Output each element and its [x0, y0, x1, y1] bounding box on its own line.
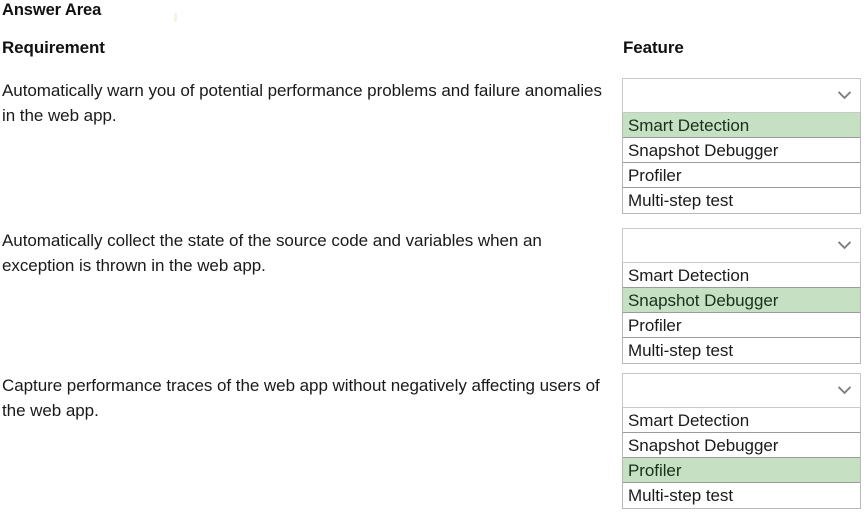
page-title: Answer Area: [2, 1, 102, 19]
list-item[interactable]: Smart Detection: [623, 113, 860, 138]
list-item[interactable]: Snapshot Debugger: [623, 288, 860, 313]
chevron-down-icon[interactable]: [838, 241, 851, 250]
answer-area-page: Answer Area Requirement Feature Automati…: [0, 0, 866, 525]
list-item[interactable]: Profiler: [623, 163, 860, 188]
option-list[interactable]: Smart Detection Snapshot Debugger Profil…: [622, 408, 861, 509]
option-list[interactable]: Smart Detection Snapshot Debugger Profil…: [622, 113, 861, 214]
combo-box[interactable]: [622, 78, 861, 113]
list-item[interactable]: Snapshot Debugger: [623, 138, 860, 163]
requirement-text: Capture performance traces of the web ap…: [2, 376, 600, 420]
list-item[interactable]: Profiler: [623, 458, 860, 483]
list-item[interactable]: Multi-step test: [623, 483, 860, 508]
chevron-down-icon[interactable]: [838, 91, 851, 100]
requirement-text: Automatically collect the state of the s…: [2, 231, 542, 275]
column-header-requirement: Requirement: [2, 38, 105, 57]
list-item[interactable]: Smart Detection: [623, 408, 860, 433]
list-item[interactable]: Smart Detection: [623, 263, 860, 288]
list-item[interactable]: Multi-step test: [623, 338, 860, 363]
feature-dropdown[interactable]: Smart Detection Snapshot Debugger Profil…: [622, 78, 861, 214]
scan-artifact: [174, 13, 177, 22]
combo-box[interactable]: [622, 373, 861, 408]
list-item[interactable]: Profiler: [623, 313, 860, 338]
chevron-down-icon[interactable]: [838, 386, 851, 395]
requirement-text: Automatically warn you of potential perf…: [2, 81, 602, 125]
list-item[interactable]: Snapshot Debugger: [623, 433, 860, 458]
option-list[interactable]: Smart Detection Snapshot Debugger Profil…: [622, 263, 861, 364]
feature-dropdown[interactable]: Smart Detection Snapshot Debugger Profil…: [622, 228, 861, 364]
combo-box[interactable]: [622, 228, 861, 263]
feature-dropdown[interactable]: Smart Detection Snapshot Debugger Profil…: [622, 373, 861, 509]
list-item[interactable]: Multi-step test: [623, 188, 860, 213]
column-header-feature: Feature: [623, 38, 684, 57]
